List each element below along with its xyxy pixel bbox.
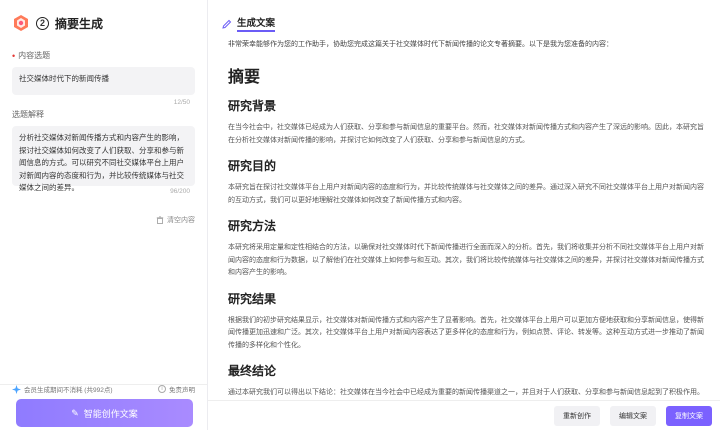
disclaimer-link[interactable]: i 免责声明: [158, 384, 195, 394]
section-title: 研究目的: [228, 159, 277, 173]
topic-char-count: 12/50: [173, 99, 190, 106]
usage-text: 会员生成期间不消耗 (共992点): [24, 387, 113, 394]
right-title: 生成文案: [237, 15, 276, 32]
right-panel: 生成文案 非常荣幸能够作为您的工作助手，协助您完成这篇关于社交媒体时代下新闻传播…: [208, 0, 720, 430]
generate-button-label: 智能创作文案: [83, 408, 138, 419]
clear-content-label: 清空内容: [167, 217, 195, 224]
section-purpose: 研究目的 本研究旨在探讨社交媒体平台上用户对新闻内容的态度和行为，并比较传统媒体…: [228, 157, 706, 207]
copy-button[interactable]: 复制文案: [666, 405, 712, 426]
app-logo-icon: [14, 15, 28, 31]
topic-label: • 内容选题: [0, 50, 207, 61]
regenerate-button[interactable]: 重新创作: [554, 405, 600, 426]
disclaimer-label: 免责声明: [169, 387, 195, 394]
generate-button[interactable]: ✎ 智能创作文案: [16, 399, 193, 427]
info-icon: i: [158, 385, 166, 393]
section-method: 研究方法 本研究将采用定量和定性相结合的方法，以确保对社交媒体时代下新闻传播进行…: [228, 217, 706, 280]
desc-char-count: 96/200: [170, 187, 190, 195]
section-results: 研究结果 根据我们的初步研究结果显示，社交媒体对新闻传播方式和内容产生了显著影响…: [228, 290, 706, 353]
section-title: 研究背景: [228, 99, 277, 113]
desc-label-text: 选题解释: [12, 110, 44, 119]
topic-input-value: 社交媒体时代下的新闻传播: [19, 74, 109, 83]
section-text: 通过本研究我们可以得出以下结论：社交媒体在当今社会中已经成为重要的新闻传播渠道之…: [228, 389, 704, 396]
section-title: 研究结果: [228, 291, 277, 306]
right-header: 生成文案: [208, 0, 720, 32]
section-text: 在当今社会中，社交媒体已经成为人们获取、分享和参与新闻信息的重要平台。然而，社交…: [228, 124, 704, 144]
section-text: 根据我们的初步研究结果显示，社交媒体对新闻传播方式和内容产生了显著影响。首先，社…: [228, 316, 704, 349]
clear-content-button[interactable]: 清空内容: [0, 198, 207, 225]
section-conclusion: 最终结论 通过本研究我们可以得出以下结论：社交媒体在当今社会中已经成为重要的新闻…: [228, 362, 706, 398]
panel-title: 摘要生成: [55, 16, 104, 31]
generated-content: 非常荣幸能够作为您的工作助手，协助您完成这篇关于社交媒体时代下新闻传播的论文专著…: [228, 36, 706, 398]
pen-icon: ✎: [71, 407, 79, 418]
required-mark: •: [12, 50, 16, 61]
trash-icon: [156, 216, 164, 224]
abstract-heading: 摘要: [228, 69, 261, 86]
sparkle-icon: [12, 384, 21, 394]
section-text: 本研究旨在探讨社交媒体平台上用户对新闻内容的态度和行为，并比较传统媒体与社交媒体…: [228, 184, 704, 204]
step-number: 2: [36, 16, 49, 30]
edit-copy-button[interactable]: 编辑文案: [610, 405, 656, 426]
topic-input[interactable]: 社交媒体时代下的新闻传播 12/50: [12, 67, 195, 106]
section-title: 最终结论: [228, 364, 277, 378]
desc-textarea[interactable]: 分析社交媒体对新闻传播方式和内容产生的影响，探讨社交媒体如何改变了人们获取、分享…: [12, 126, 195, 195]
usage-row: 会员生成期间不消耗 (共992点) i 免责声明: [12, 384, 195, 394]
left-panel: 2 摘要生成 • 内容选题 社交媒体时代下的新闻传播 12/50 选题解释 分析…: [0, 0, 208, 430]
desc-textarea-value: 分析社交媒体对新闻传播方式和内容产生的影响，探讨社交媒体如何改变了人们获取、分享…: [19, 133, 184, 192]
section-background: 研究背景 在当今社会中，社交媒体已经成为人们获取、分享和参与新闻信息的重要平台。…: [228, 97, 706, 147]
action-footer: 重新创作 编辑文案 复制文案: [208, 400, 720, 430]
edit-icon: [222, 19, 232, 29]
intro-text: 非常荣幸能够作为您的工作助手，协助您完成这篇关于社交媒体时代下新闻传播的论文专著…: [228, 41, 613, 48]
desc-label: 选题解释: [0, 109, 207, 120]
left-header: 2 摘要生成: [0, 0, 207, 42]
section-title: 研究方法: [228, 219, 277, 233]
topic-label-text: 内容选题: [18, 51, 51, 60]
section-text: 本研究将采用定量和定性相结合的方法，以确保对社交媒体时代下新闻传播进行全面而深入…: [228, 244, 704, 276]
